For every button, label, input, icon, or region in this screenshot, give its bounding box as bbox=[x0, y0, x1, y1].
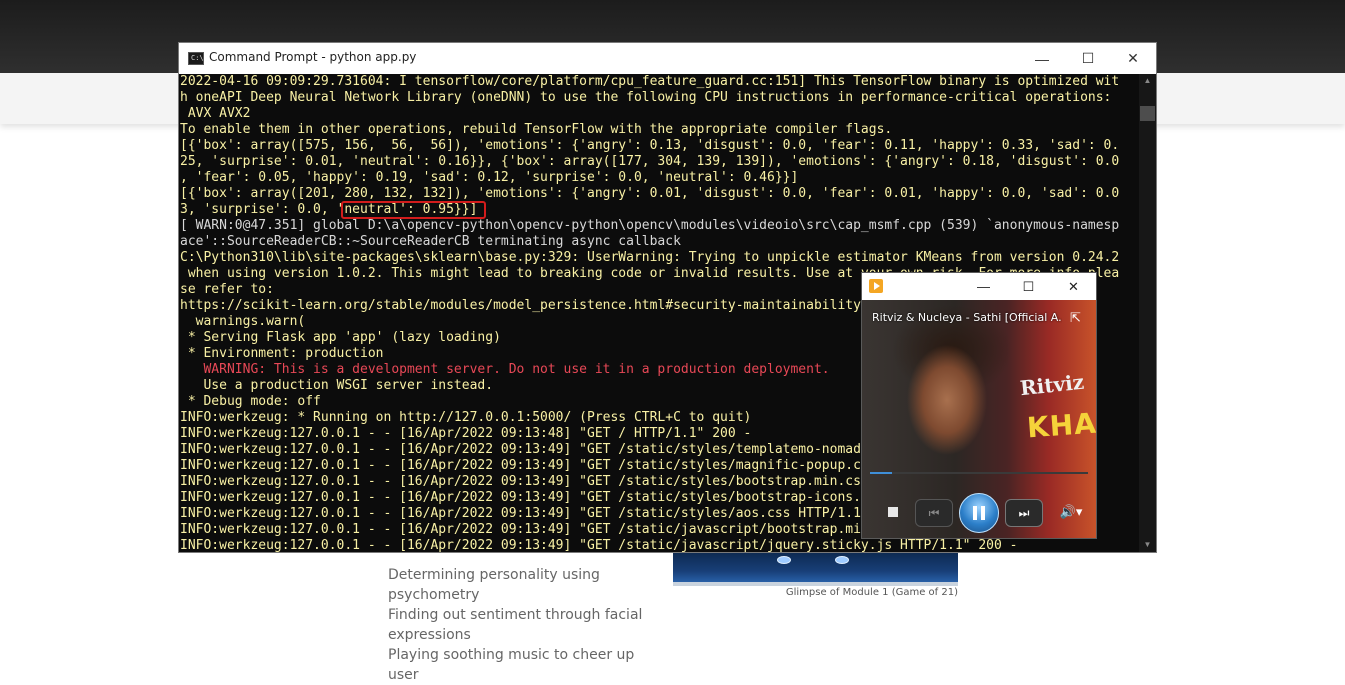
player-maximize-button[interactable]: ☐ bbox=[1006, 273, 1051, 300]
feature-item: Finding out sentiment through facial exp… bbox=[388, 607, 643, 643]
terminal-line: , 'fear': 0.05, 'happy': 0.19, 'sad': 0.… bbox=[180, 170, 799, 185]
terminal-line: AVX AVX2 bbox=[180, 106, 251, 121]
thumbnail-marker bbox=[835, 556, 849, 564]
stop-button[interactable] bbox=[888, 507, 898, 517]
close-button[interactable]: ✕ bbox=[1110, 43, 1156, 74]
media-player-window[interactable]: — ☐ ✕ Ritviz & Nucleya - Sathi [Official… bbox=[861, 272, 1097, 539]
media-player-icon bbox=[869, 279, 883, 293]
terminal-line: To enable them in other operations, rebu… bbox=[180, 122, 893, 137]
terminal-line: [{'box': array([201, 280, 132, 132]), 'e… bbox=[180, 186, 1120, 201]
feature-item: Determining personality using psychometr… bbox=[388, 567, 600, 603]
thumbnail-bar bbox=[673, 582, 958, 586]
playback-controls: ⏮ ⏭ 🔊▾ bbox=[862, 493, 1096, 537]
terminal-line: C:\Python310\lib\site-packages\sklearn\b… bbox=[180, 250, 1120, 265]
feature-list: Determining personality using psychometr… bbox=[388, 565, 658, 685]
previous-button[interactable]: ⏮ bbox=[915, 499, 953, 527]
terminal-line: 3, 'surprise': 0.0, 'neutral': 0.95}}] bbox=[180, 202, 478, 217]
scrollbar-thumb[interactable] bbox=[1140, 106, 1155, 121]
maximize-button[interactable]: ☐ bbox=[1065, 43, 1111, 74]
thumbnail-marker bbox=[777, 556, 791, 564]
switch-to-library-icon[interactable]: ⇱ bbox=[1070, 310, 1081, 326]
thumbnail-caption: Glimpse of Module 1 (Game of 21) bbox=[785, 587, 958, 598]
scroll-down-icon[interactable]: ▼ bbox=[1139, 538, 1156, 552]
next-button[interactable]: ⏭ bbox=[1005, 499, 1043, 527]
feature-item: Playing soothing music to cheer up user bbox=[388, 647, 635, 683]
cmd-icon: C:\ bbox=[188, 52, 204, 65]
cmd-titlebar[interactable]: C:\ Command Prompt - python app.py — ☐ ✕ bbox=[179, 43, 1156, 74]
terminal-line: ace'::SourceReaderCB::~SourceReaderCB te… bbox=[180, 234, 681, 249]
module-thumbnail[interactable] bbox=[673, 553, 958, 586]
volume-button[interactable]: 🔊▾ bbox=[1051, 502, 1091, 522]
terminal-line: [{'box': array([575, 156, 56, 56]), 'emo… bbox=[180, 138, 1120, 153]
terminal-scrollbar[interactable]: ▲ ▼ bbox=[1139, 74, 1156, 552]
terminal-line: h oneAPI Deep Neural Network Library (on… bbox=[180, 90, 1112, 105]
player-close-button[interactable]: ✕ bbox=[1051, 273, 1096, 300]
neutral-highlight-box bbox=[341, 201, 486, 219]
player-minimize-button[interactable]: — bbox=[961, 273, 1006, 300]
player-titlebar[interactable]: — ☐ ✕ bbox=[862, 273, 1096, 300]
minimize-button[interactable]: — bbox=[1019, 43, 1065, 74]
scroll-up-icon[interactable]: ▲ bbox=[1139, 74, 1156, 88]
terminal-line: 25, 'surprise': 0.01, 'neutral': 0.16}},… bbox=[180, 154, 1120, 169]
pause-button[interactable] bbox=[959, 493, 999, 533]
seek-bar[interactable] bbox=[870, 472, 1088, 474]
album-art-text: KHAM bbox=[1025, 404, 1097, 445]
cmd-window-title: Command Prompt - python app.py bbox=[209, 50, 417, 64]
terminal-line: [ WARN:0@47.351] global D:\a\opencv-pyth… bbox=[180, 218, 1120, 233]
terminal-line: INFO:werkzeug:127.0.0.1 - - [16/Apr/2022… bbox=[180, 538, 1018, 552]
seek-bar-progress bbox=[870, 472, 892, 474]
track-title: Ritviz & Nucleya - Sathi [Official A... bbox=[872, 311, 1062, 324]
terminal-line: 2022-04-16 09:09:29.731604: I tensorflow… bbox=[180, 74, 1120, 89]
